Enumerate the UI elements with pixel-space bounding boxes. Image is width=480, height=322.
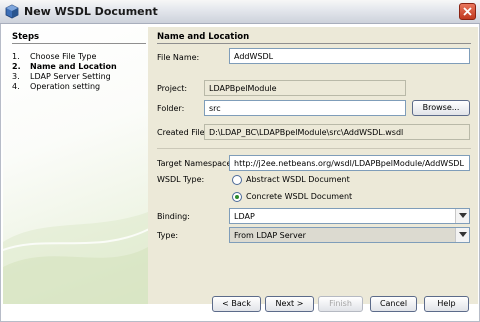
target-namespace-input[interactable]: http://j2ee.netbeans.org/wsdl/LDAPBpelMo… [229, 155, 470, 171]
folder-input[interactable]: src [204, 100, 406, 116]
folder-label: Folder: [157, 104, 185, 113]
created-file-label: Created File: [157, 128, 208, 137]
step-item: 3. LDAP Server Setting [12, 72, 111, 81]
target-namespace-label: Target Namespace: [157, 159, 235, 168]
next-button[interactable]: Next > [265, 296, 314, 312]
close-icon [463, 7, 472, 16]
name-location-panel: Name and Location File Name: AddWSDL Pro… [148, 27, 478, 304]
chevron-down-icon [459, 232, 467, 237]
netbeans-cube-icon [5, 4, 19, 19]
type-value: From LDAP Server [234, 231, 306, 240]
type-label: Type: [157, 231, 179, 240]
section-title: Name and Location [157, 32, 250, 42]
decorative-swirl [3, 212, 148, 304]
help-button[interactable]: Help [424, 296, 469, 312]
browse-button[interactable]: Browse... [412, 100, 470, 116]
steps-divider [12, 43, 146, 44]
dialog-body: Steps 1. Choose File Type 2. Name and Loca… [0, 24, 480, 322]
file-name-input[interactable]: AddWSDL [229, 48, 470, 64]
project-label: Project: [157, 84, 188, 93]
binding-select[interactable]: LDAP [229, 208, 470, 224]
abstract-wsdl-label[interactable]: Abstract WSDL Document [246, 175, 350, 184]
abstract-wsdl-radio[interactable] [232, 175, 242, 185]
button-bar: < Back Next > Finish Cancel Help [1, 296, 480, 322]
title-bar: New WSDL Document [0, 0, 480, 24]
section-divider [157, 43, 471, 44]
step-item: 1. Choose File Type [12, 52, 97, 61]
concrete-wsdl-label[interactable]: Concrete WSDL Document [246, 192, 352, 201]
project-field: LDAPBpelModule [204, 80, 406, 96]
divider [157, 148, 471, 149]
binding-label: Binding: [157, 212, 190, 221]
window-title: New WSDL Document [24, 5, 158, 18]
chevron-down-icon [459, 213, 467, 218]
concrete-wsdl-radio[interactable] [232, 192, 242, 202]
step-item: 4. Operation setting [12, 82, 101, 91]
wsdl-type-label: WSDL Type: [157, 175, 205, 184]
file-name-label: File Name: [157, 53, 200, 62]
back-button[interactable]: < Back [212, 296, 261, 312]
type-select[interactable]: From LDAP Server [229, 227, 470, 243]
created-file-field: D:\LDAP_BC\LDAPBpelModule\src\AddWSDL.ws… [204, 124, 470, 140]
steps-title: Steps [12, 32, 40, 42]
type-dropdown-arrow[interactable] [455, 228, 469, 242]
cancel-button[interactable]: Cancel [370, 296, 417, 312]
step-item-current: 2. Name and Location [12, 62, 117, 71]
finish-button[interactable]: Finish [318, 296, 363, 312]
steps-panel: Steps 1. Choose File Type 2. Name and Loca… [3, 27, 148, 304]
close-button[interactable] [459, 3, 476, 20]
binding-value: LDAP [234, 212, 255, 221]
binding-dropdown-arrow[interactable] [455, 209, 469, 223]
